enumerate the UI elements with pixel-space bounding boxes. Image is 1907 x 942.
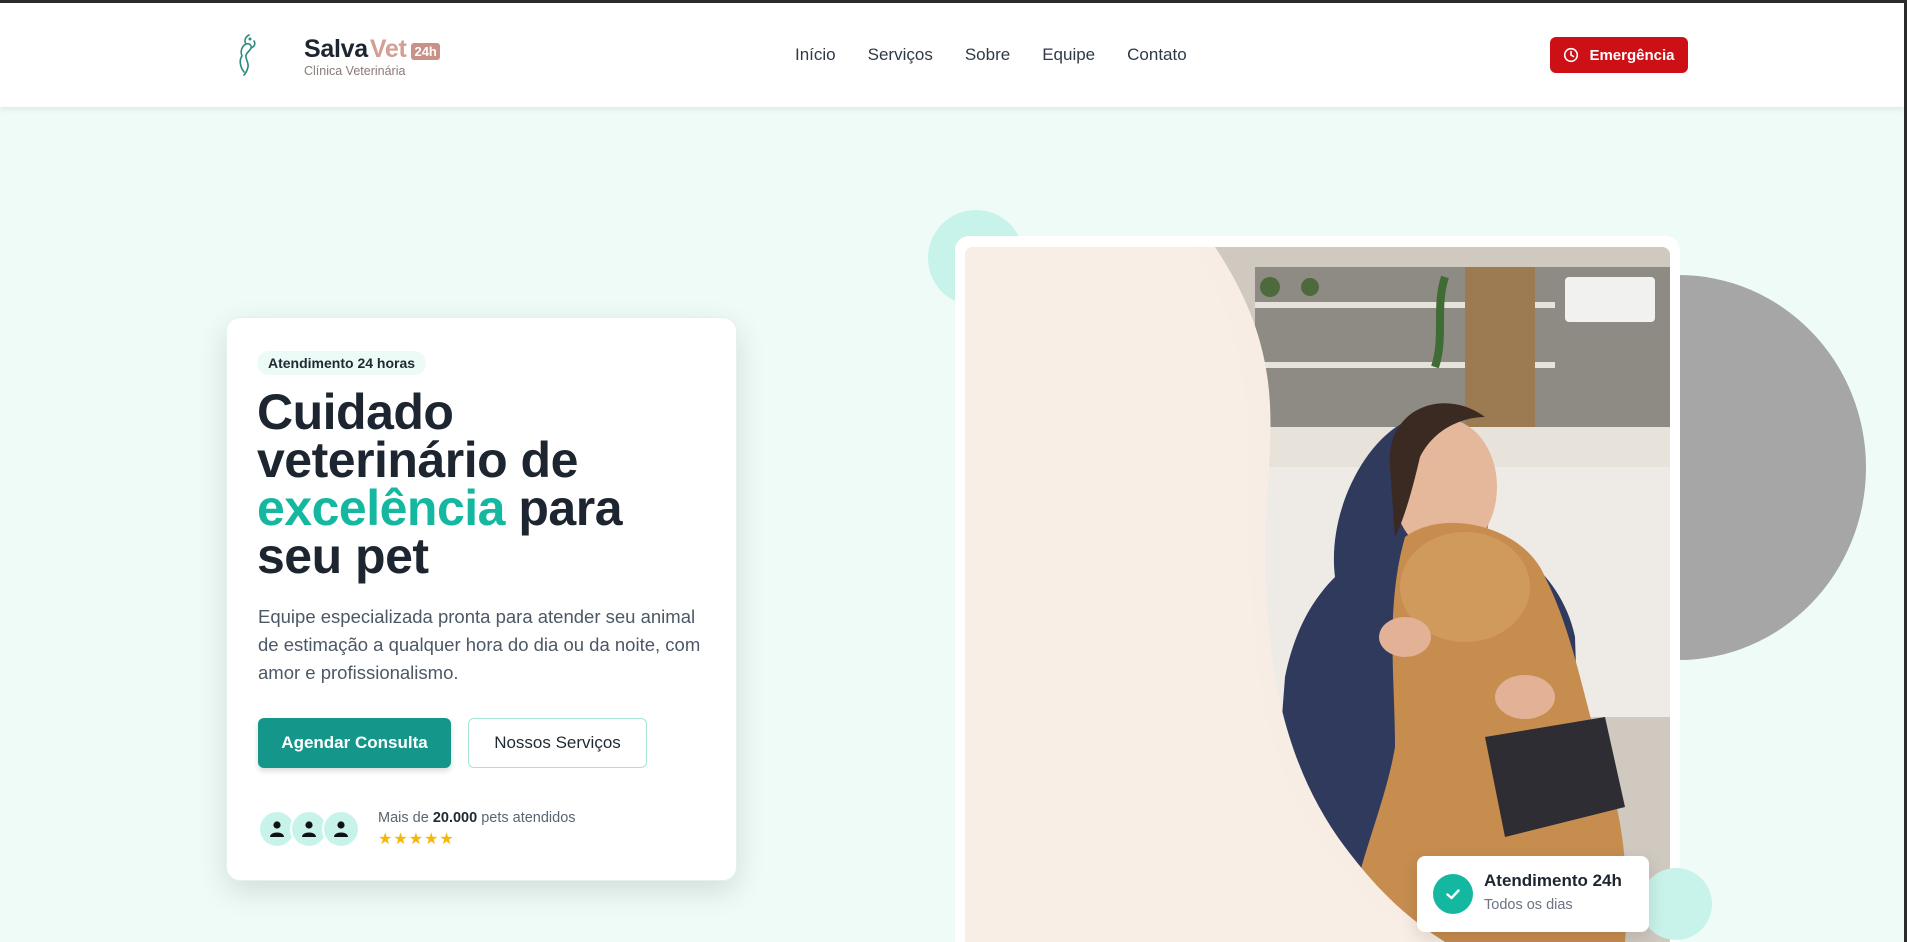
- headline-part-1: Cuidado veterinário de: [257, 384, 578, 488]
- pet-logo-icon[interactable]: [232, 31, 266, 77]
- hero-photo: [965, 247, 1670, 942]
- site-header: Salva Vet 24h Clínica Veterinária Início …: [0, 3, 1904, 107]
- window-border-top: [0, 0, 1907, 3]
- hero-headline: Cuidado veterinário de excelência para s…: [257, 387, 717, 581]
- availability-pill: Atendimento 24 horas: [257, 351, 427, 375]
- emergency-label: Emergência: [1589, 46, 1675, 64]
- clock-icon: [1564, 47, 1579, 63]
- brand-name-vet: Vet: [369, 35, 407, 63]
- schedule-appointment-button[interactable]: Agendar Consulta: [258, 718, 451, 768]
- user-icon: [334, 821, 348, 837]
- pets-served-text: Mais de 20.000 pets atendidos: [378, 810, 576, 826]
- availability-badge: Atendimento 24h Todos os dias: [1417, 856, 1649, 932]
- user-icon: [270, 821, 284, 837]
- hero-card: Atendimento 24 horas Cuidado veterinário…: [226, 317, 737, 881]
- badge-subtitle: Todos os dias: [1484, 897, 1573, 913]
- avatar: [322, 810, 360, 848]
- brand[interactable]: Salva Vet 24h Clínica Veterinária: [304, 35, 440, 78]
- our-services-button[interactable]: Nossos Serviços: [468, 718, 647, 768]
- nav-item-sobre[interactable]: Sobre: [965, 45, 1010, 65]
- nav-item-servicos[interactable]: Serviços: [868, 45, 933, 65]
- brand-24h-badge: 24h: [411, 43, 440, 60]
- social-proof: Mais de 20.000 pets atendidos ★★★★★: [378, 810, 576, 849]
- user-icon: [302, 821, 316, 837]
- star-rating: ★★★★★: [378, 831, 455, 848]
- badge-title: Atendimento 24h: [1484, 871, 1622, 890]
- check-icon: [1433, 874, 1473, 914]
- emergency-button[interactable]: Emergência: [1550, 37, 1688, 73]
- brand-subtitle: Clínica Veterinária: [304, 64, 406, 78]
- brand-name-salva: Salva: [304, 35, 368, 63]
- nav-item-equipe[interactable]: Equipe: [1042, 45, 1095, 65]
- main-nav: Início Serviços Sobre Equipe Contato: [795, 45, 1219, 65]
- pets-served-count: 20.000: [432, 810, 478, 826]
- woman-with-golden-retriever-photo: [965, 247, 1670, 942]
- customer-avatars: [258, 810, 360, 848]
- decorative-circle-mint-small: [1640, 868, 1712, 940]
- hero-description: Equipe especializada pronta para atender…: [258, 606, 701, 683]
- nav-item-inicio[interactable]: Início: [795, 45, 836, 65]
- nav-item-contato[interactable]: Contato: [1127, 45, 1187, 65]
